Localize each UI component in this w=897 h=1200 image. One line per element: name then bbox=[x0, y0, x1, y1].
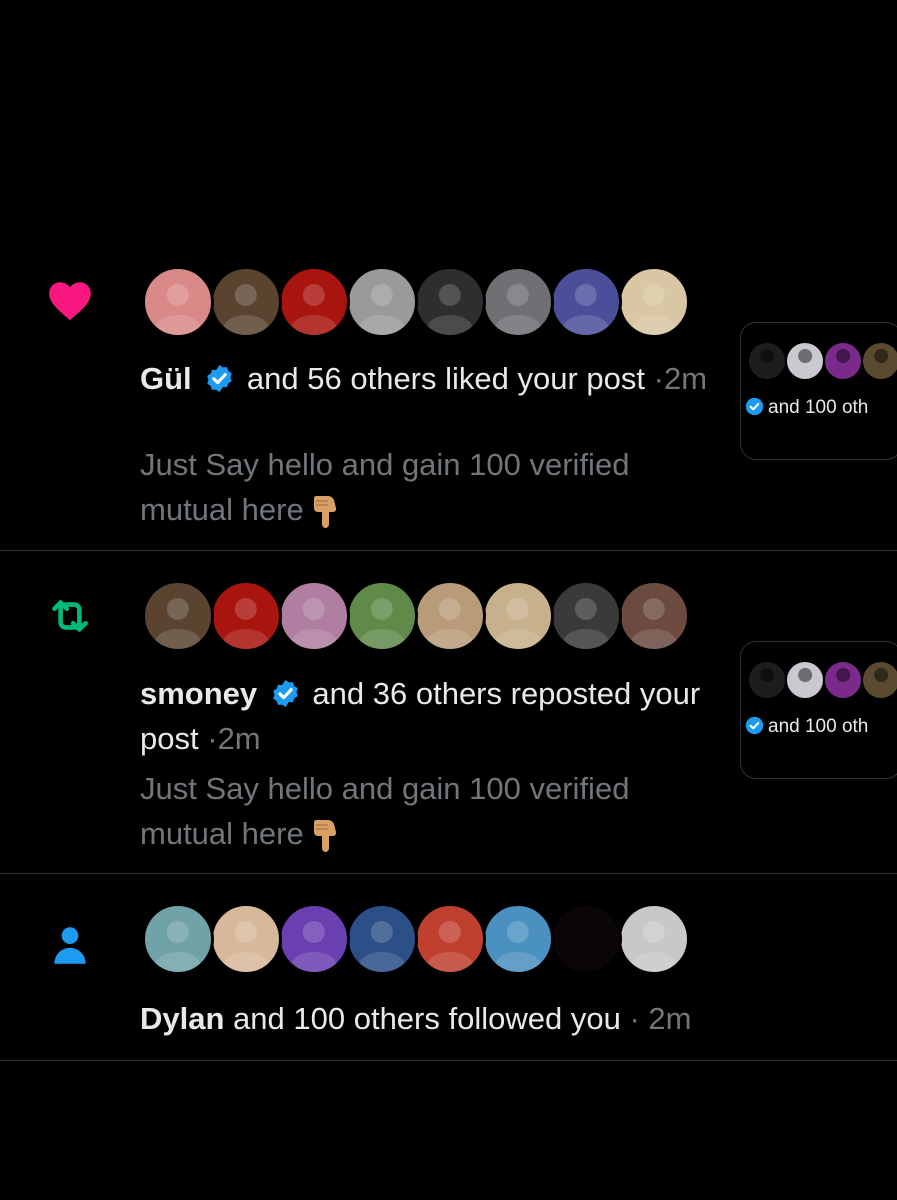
avatar[interactable] bbox=[618, 266, 690, 338]
backhand-index-pointing-down-icon bbox=[310, 816, 340, 854]
avatar[interactable] bbox=[142, 580, 214, 652]
avatar[interactable] bbox=[550, 903, 622, 975]
preview-avatar-stack bbox=[747, 341, 897, 381]
notification-like[interactable]: Gül and 56 others liked your post ·2m Ju… bbox=[0, 262, 897, 551]
avatar[interactable] bbox=[210, 903, 282, 975]
verified-badge-icon bbox=[745, 397, 764, 416]
avatar[interactable] bbox=[142, 903, 214, 975]
avatar[interactable] bbox=[414, 903, 486, 975]
separator: · bbox=[207, 721, 218, 756]
timestamp: 2m bbox=[663, 361, 708, 396]
timestamp: 2m bbox=[217, 721, 261, 756]
post-preview-text[interactable]: Just Say hello and gain 100 verified mut… bbox=[140, 766, 710, 856]
notification-headline: Gül and 56 others liked your post ·2m bbox=[140, 356, 710, 401]
avatar[interactable] bbox=[346, 580, 418, 652]
backhand-index-pointing-down-icon bbox=[310, 492, 340, 530]
preview-avatar bbox=[785, 660, 825, 700]
actor-avatar-stack[interactable] bbox=[142, 266, 690, 338]
media-preview-card[interactable]: and 100 oth bbox=[740, 322, 897, 460]
preview-text: and 100 oth bbox=[768, 397, 869, 418]
notification-repost[interactable]: smoney and 36 others reposted your post … bbox=[0, 551, 897, 874]
post-preview-text[interactable]: Just Say hello and gain 100 verified mut… bbox=[140, 442, 710, 532]
timestamp: 2m bbox=[648, 1001, 692, 1036]
notification-headline: Dylan and 100 others followed you · 2m bbox=[140, 996, 860, 1041]
avatar[interactable] bbox=[482, 266, 554, 338]
avatar[interactable] bbox=[550, 266, 622, 338]
preview-avatar bbox=[861, 341, 897, 381]
avatar[interactable] bbox=[482, 903, 554, 975]
heart-icon bbox=[45, 276, 95, 326]
preview-avatar bbox=[747, 660, 787, 700]
verified-badge-icon bbox=[204, 363, 235, 394]
preview-avatar bbox=[785, 341, 825, 381]
repost-icon bbox=[45, 591, 95, 641]
avatar[interactable] bbox=[414, 580, 486, 652]
notification-follow[interactable]: Dylan and 100 others followed you · 2m bbox=[0, 874, 897, 1061]
preview-caption: and 100 oth bbox=[745, 397, 868, 419]
actor-name[interactable]: smoney bbox=[140, 676, 257, 711]
action-text: and 100 others followed you bbox=[233, 1001, 621, 1036]
avatar[interactable] bbox=[278, 266, 350, 338]
actor-name[interactable]: Dylan bbox=[140, 1001, 224, 1036]
verified-badge-icon bbox=[270, 678, 301, 709]
post-text: Just Say hello and gain 100 verified mut… bbox=[140, 447, 630, 527]
avatar[interactable] bbox=[414, 266, 486, 338]
avatar[interactable] bbox=[210, 266, 282, 338]
preview-avatar-stack bbox=[747, 660, 897, 700]
actor-avatar-stack[interactable] bbox=[142, 903, 690, 975]
actor-avatar-stack[interactable] bbox=[142, 580, 690, 652]
person-icon bbox=[45, 920, 95, 970]
preview-caption: and 100 oth bbox=[745, 716, 868, 738]
avatar[interactable] bbox=[550, 580, 622, 652]
avatar[interactable] bbox=[346, 266, 418, 338]
notification-headline: smoney and 36 others reposted your post … bbox=[140, 671, 710, 761]
preview-avatar bbox=[747, 341, 787, 381]
preview-avatar bbox=[823, 660, 863, 700]
avatar[interactable] bbox=[618, 580, 690, 652]
actor-name[interactable]: Gül bbox=[140, 361, 192, 396]
separator: · bbox=[629, 1001, 640, 1036]
avatar[interactable] bbox=[142, 266, 214, 338]
avatar[interactable] bbox=[346, 903, 418, 975]
avatar[interactable] bbox=[278, 580, 350, 652]
verified-badge-icon bbox=[745, 716, 764, 735]
post-text: Just Say hello and gain 100 verified mut… bbox=[140, 771, 630, 851]
avatar[interactable] bbox=[278, 903, 350, 975]
action-text: and 56 others liked your post bbox=[246, 361, 646, 396]
avatar[interactable] bbox=[482, 580, 554, 652]
media-preview-card[interactable]: and 100 oth bbox=[740, 641, 897, 779]
avatar[interactable] bbox=[618, 903, 690, 975]
preview-avatar bbox=[823, 341, 863, 381]
preview-text: and 100 oth bbox=[768, 716, 869, 737]
separator: · bbox=[653, 361, 664, 396]
preview-avatar bbox=[861, 660, 897, 700]
avatar[interactable] bbox=[210, 580, 282, 652]
